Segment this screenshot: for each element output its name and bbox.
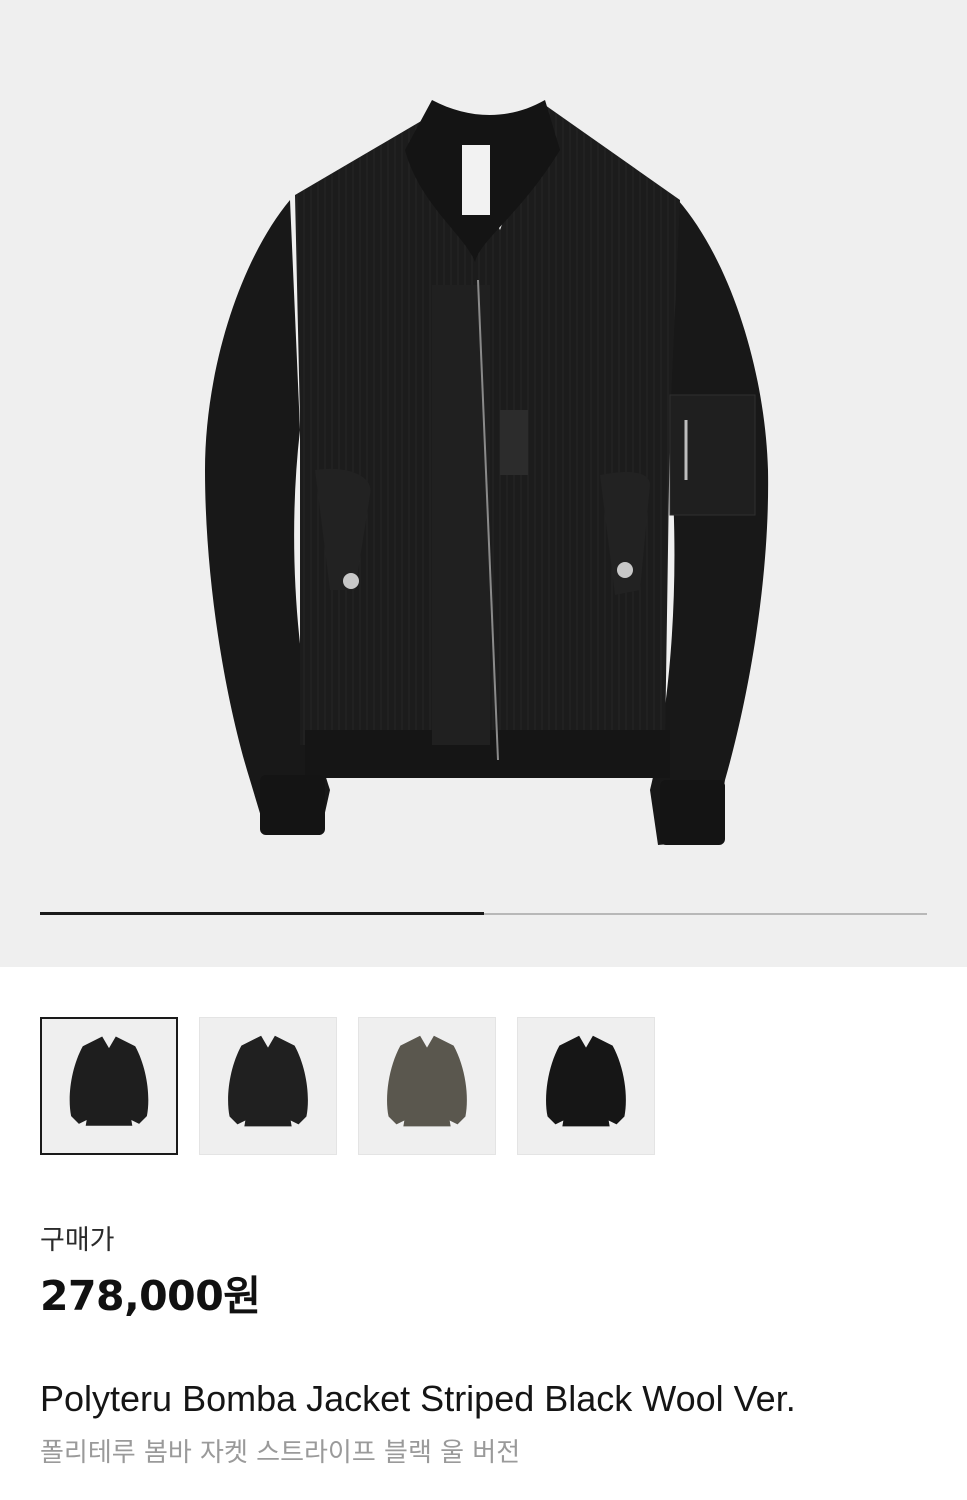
thumbnail-list xyxy=(40,1017,655,1155)
gallery-progress-fill xyxy=(40,912,484,915)
product-price: 278,000원 xyxy=(40,1272,261,1320)
gallery-progress-track xyxy=(40,912,927,915)
jacket-thumbnail-icon xyxy=(228,1035,308,1127)
thumbnail-1[interactable] xyxy=(40,1017,178,1155)
product-image-gallery[interactable] xyxy=(0,0,967,967)
jacket-thumbnail-icon xyxy=(69,1036,149,1126)
product-title-ko: 폴리테루 봄바 자켓 스트라이프 블랙 울 버전 xyxy=(40,1438,521,1468)
jacket-thumbnail-icon xyxy=(546,1035,626,1127)
price-label: 구매가 xyxy=(40,1225,115,1256)
product-title-en: Polyteru Bomba Jacket Striped Black Wool… xyxy=(40,1378,796,1419)
jacket-thumbnail-icon xyxy=(387,1035,467,1127)
thumbnail-3[interactable] xyxy=(358,1017,496,1155)
thumbnail-2[interactable] xyxy=(199,1017,337,1155)
jacket-main-image xyxy=(205,100,769,845)
thumbnail-4[interactable] xyxy=(517,1017,655,1155)
